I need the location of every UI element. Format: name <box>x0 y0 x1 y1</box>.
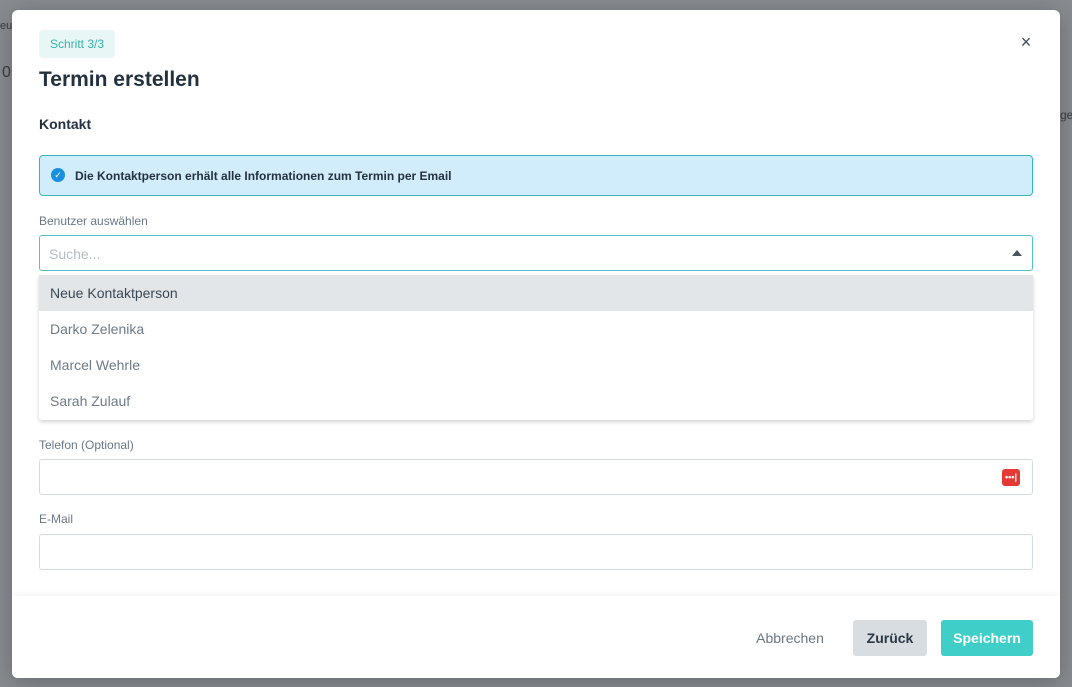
check-circle-icon: ✓ <box>51 167 65 182</box>
modal-footer: Abbrechen Zurück Speichern <box>12 596 1060 678</box>
dropdown-option-new-contact[interactable]: Neue Kontaktperson <box>39 275 1033 311</box>
close-icon[interactable]: × <box>1018 33 1034 51</box>
dropdown-option[interactable]: Sarah Zulauf <box>39 383 1033 419</box>
modal-title: Termin erstellen <box>39 68 200 91</box>
background-text-fragment: 0 <box>2 64 11 81</box>
email-field[interactable] <box>39 534 1033 570</box>
create-appointment-modal: Schritt 3/3 × Termin erstellen Kontakt ✓… <box>12 10 1060 678</box>
save-button[interactable]: Speichern <box>941 620 1033 656</box>
info-alert-text: Die Kontaktperson erhält alle Informatio… <box>75 168 452 183</box>
phone-label: Telefon (Optional) <box>39 438 134 452</box>
info-alert: ✓ Die Kontaktperson erhält alle Informat… <box>39 155 1033 196</box>
user-search-select[interactable]: Suche... <box>39 235 1033 271</box>
email-label: E-Mail <box>39 512 74 526</box>
dropdown-option[interactable]: Darko Zelenika <box>39 311 1033 347</box>
user-search-placeholder: Suche... <box>49 246 101 262</box>
step-badge: Schritt 3/3 <box>39 30 116 58</box>
caret-up-icon[interactable] <box>1012 250 1022 256</box>
background-text-fragment: ge <box>1060 108 1072 122</box>
user-dropdown-list: Neue Kontaktperson Darko Zelenika Marcel… <box>39 275 1033 420</box>
dropdown-option[interactable]: Marcel Wehrle <box>39 347 1033 383</box>
user-select-label: Benutzer auswählen <box>39 214 148 228</box>
back-button[interactable]: Zurück <box>853 620 927 656</box>
password-manager-icon[interactable]: •••| <box>1002 469 1020 486</box>
section-title: Kontakt <box>39 116 92 132</box>
cancel-button[interactable]: Abbrechen <box>742 620 838 656</box>
phone-field[interactable]: •••| <box>39 459 1033 495</box>
background-text-fragment: eu <box>0 20 13 32</box>
